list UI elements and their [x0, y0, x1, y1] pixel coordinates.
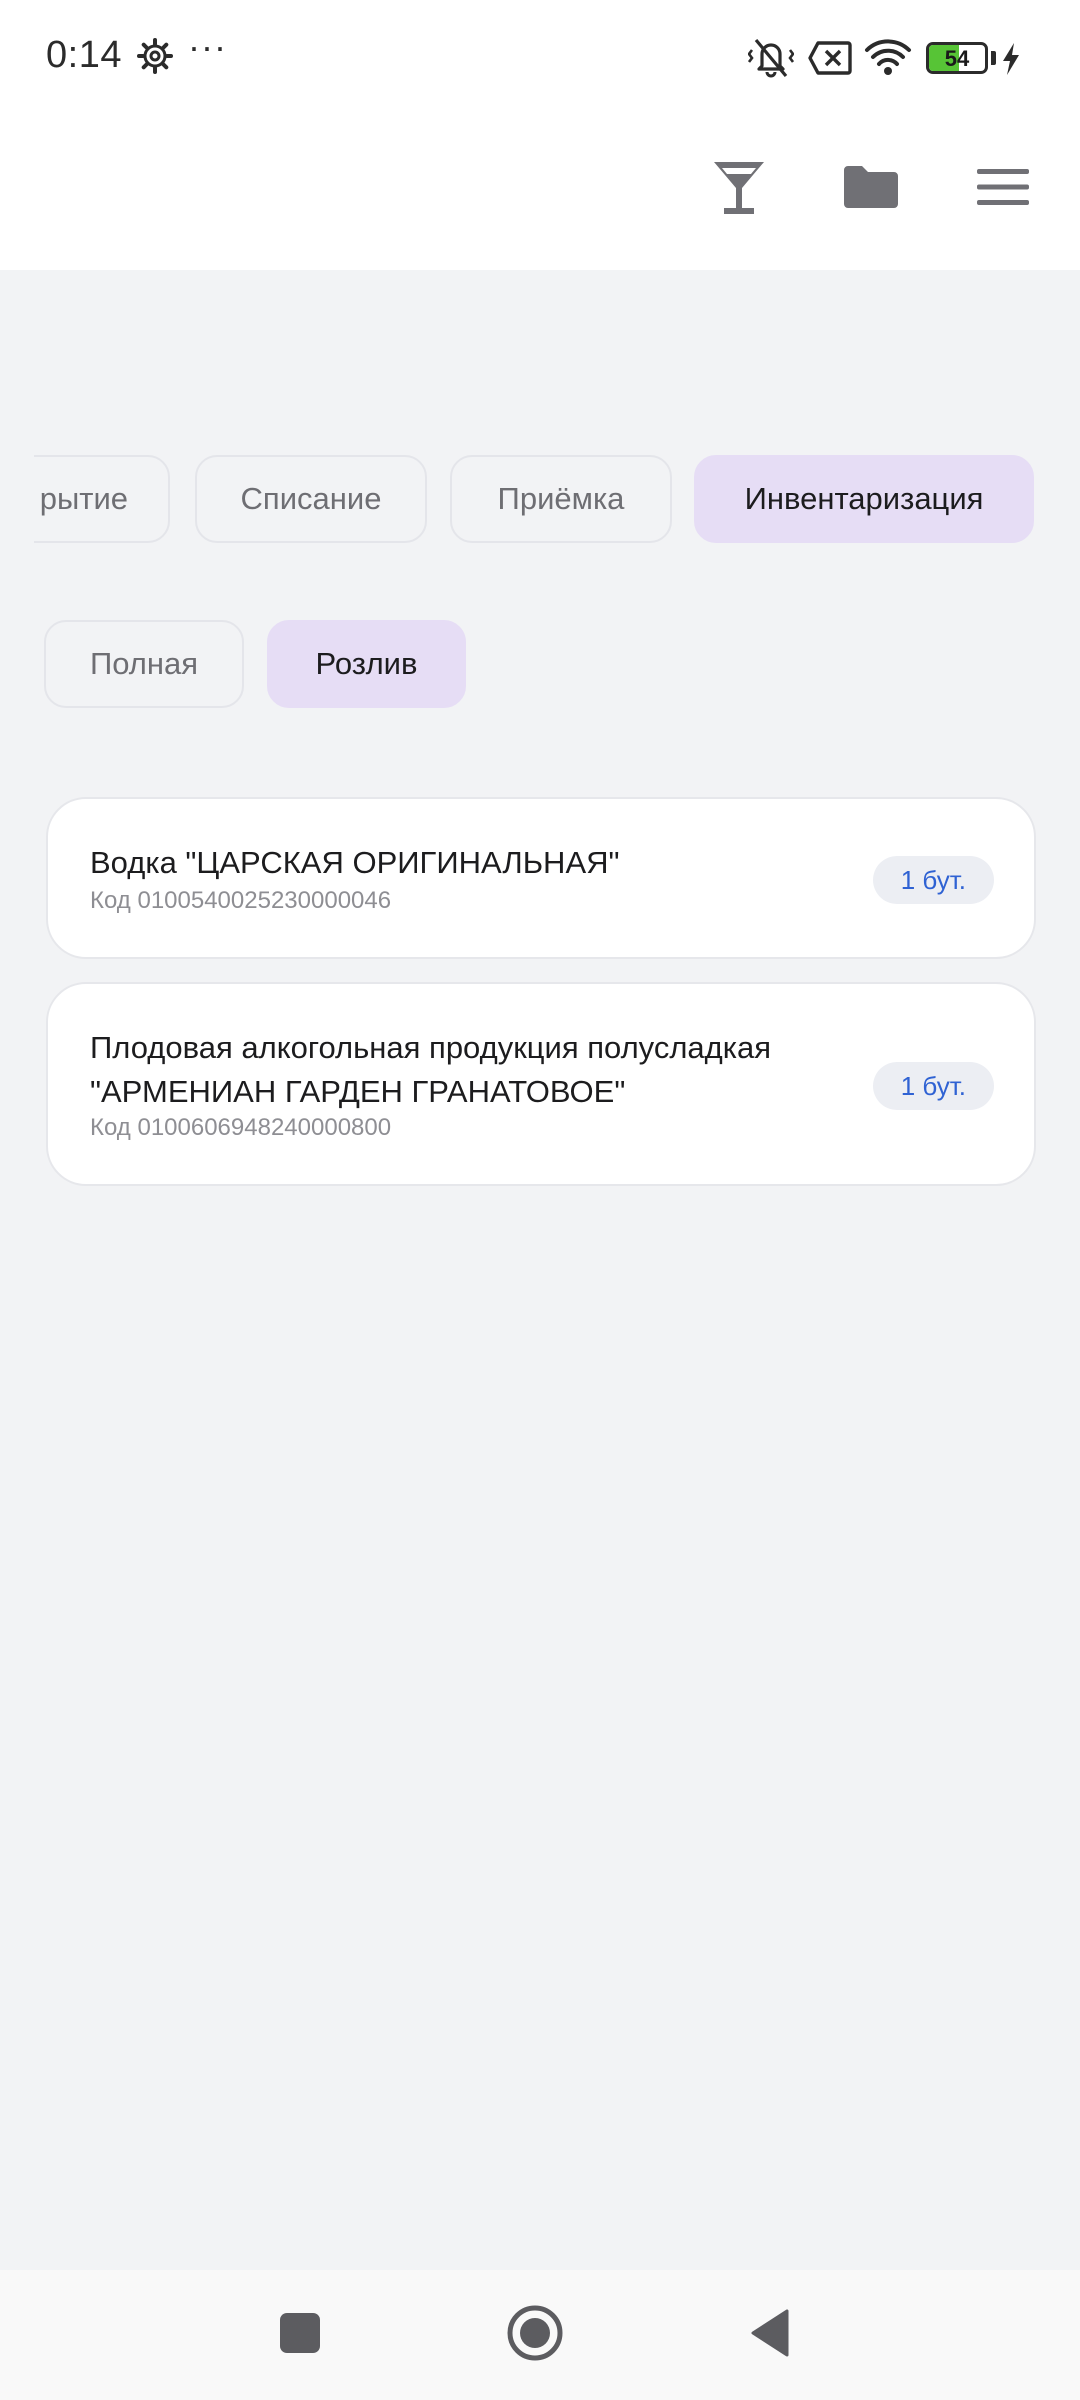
home-circle-icon: [506, 2304, 564, 2367]
list-item[interactable]: Плодовая алкогольная продукция полусладк…: [46, 982, 1036, 1186]
tab-pouring[interactable]: Розлив: [267, 620, 466, 708]
mute-vibrate-icon: [747, 36, 795, 85]
item-code: Код 0100606948240000800: [90, 1114, 392, 1141]
tab-write-off[interactable]: Списание: [195, 455, 427, 543]
system-navigation-bar: [0, 2270, 1080, 2400]
tab-label: Розлив: [315, 646, 418, 681]
settings-gear-icon: [137, 38, 173, 79]
tab-label: Полная: [89, 646, 199, 681]
tabs-fade-edge: [0, 455, 34, 545]
item-title: Водка "ЦАРСКАЯ ОРИГИНАЛЬНАЯ": [90, 845, 620, 880]
battery-icon: 54: [926, 42, 988, 74]
tab-receiving[interactable]: Приёмка: [450, 455, 672, 543]
folder-button[interactable]: [826, 144, 916, 234]
battery-level-text: 54: [944, 46, 970, 71]
tab-label: Списание: [240, 481, 382, 516]
inventory-type-tabs: Полная Розлив: [0, 620, 1080, 710]
battery-tip: [991, 51, 996, 65]
recents-square-icon: [279, 2312, 321, 2359]
status-time: 0:14: [46, 34, 122, 76]
folder-icon: [842, 164, 900, 215]
tab-full[interactable]: Полная: [44, 620, 244, 708]
recents-button[interactable]: [260, 2295, 340, 2375]
menu-button[interactable]: [958, 144, 1048, 234]
charging-icon: [1000, 42, 1022, 81]
quantity-badge: 1 бут.: [872, 856, 994, 904]
app-bar: [0, 112, 1080, 270]
list-item[interactable]: Водка "ЦАРСКАЯ ОРИГИНАЛЬНАЯ" Код 0100540…: [46, 797, 1036, 959]
tab-label: рытие: [39, 481, 128, 516]
back-triangle-icon: [749, 2308, 791, 2363]
document-type-tabs: рытие Списание Приёмка Инвентаризация: [0, 455, 1080, 545]
item-code: Код 0100540025230000046: [90, 887, 392, 914]
quantity-badge: 1 бут.: [872, 1062, 994, 1110]
no-sim-icon: [808, 40, 852, 81]
back-button[interactable]: [730, 2295, 810, 2375]
item-title: Плодовая алкогольная продукция полусладк…: [90, 1030, 772, 1109]
cocktail-glass-icon: [711, 158, 767, 221]
menu-icon: [977, 167, 1029, 212]
tab-inventory[interactable]: Инвентаризация: [694, 455, 1034, 543]
wifi-icon: [864, 38, 912, 83]
home-button[interactable]: [495, 2295, 575, 2375]
more-notifications-icon: ···: [188, 26, 227, 67]
status-bar: 0:14 ··· 54: [0, 0, 1080, 112]
tab-label: Приёмка: [497, 481, 625, 516]
tab-label: Инвентаризация: [744, 481, 984, 516]
cocktail-glass-button[interactable]: [694, 144, 784, 234]
